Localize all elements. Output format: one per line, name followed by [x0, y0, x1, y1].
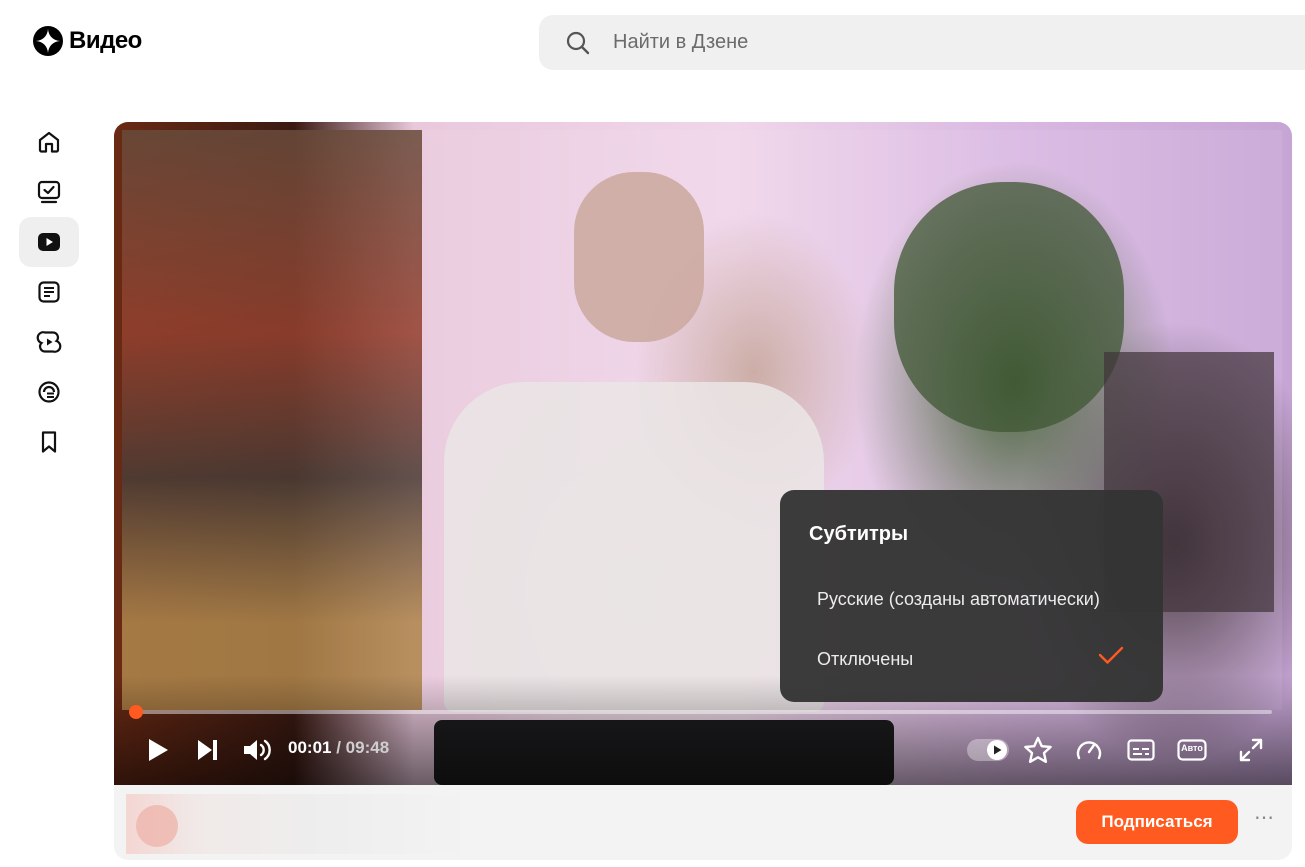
- home-icon: [38, 131, 60, 153]
- checklist-tv-icon: [37, 180, 61, 204]
- sidebar-item-bookmarks[interactable]: [19, 417, 79, 467]
- fullscreen-button[interactable]: [1236, 736, 1266, 764]
- sidebar: [19, 117, 79, 467]
- shorts-icon: [36, 331, 62, 353]
- volume-icon: [244, 739, 271, 761]
- play-icon: [149, 739, 168, 761]
- video-play-icon: [38, 233, 60, 251]
- subtitles-option-russian-auto[interactable]: Русские (созданы автоматически): [817, 589, 1100, 610]
- search-bar[interactable]: [539, 15, 1305, 70]
- next-icon: [198, 740, 217, 760]
- more-options-icon[interactable]: ⋯: [1251, 808, 1277, 836]
- autoplay-toggle-icon: [967, 739, 1009, 761]
- article-icon: [38, 281, 60, 303]
- sidebar-item-articles[interactable]: [19, 267, 79, 317]
- subtitles-menu: Субтитры Русские (созданы автоматически)…: [780, 490, 1163, 702]
- sidebar-item-subscriptions[interactable]: [19, 167, 79, 217]
- autoplay-toggle[interactable]: [966, 737, 1010, 763]
- sidebar-item-communities[interactable]: [19, 367, 79, 417]
- speed-button[interactable]: [1074, 736, 1104, 764]
- subtitles-button[interactable]: [1125, 737, 1157, 763]
- quality-label: Авто: [1181, 743, 1203, 753]
- fullscreen-icon: [1239, 738, 1263, 762]
- duration: / 09:48: [336, 738, 390, 757]
- sidebar-item-video[interactable]: [19, 217, 79, 267]
- communities-icon: [38, 381, 60, 403]
- search-input[interactable]: [613, 31, 1213, 54]
- volume-button[interactable]: [242, 734, 274, 766]
- search-icon: [566, 31, 590, 54]
- avatar[interactable]: [136, 805, 178, 847]
- progress-handle[interactable]: [128, 705, 143, 719]
- subtitles-icon: [1127, 739, 1155, 761]
- sidebar-item-shorts[interactable]: [19, 317, 79, 367]
- progress-bar[interactable]: [128, 705, 1272, 719]
- logo-text: Видео: [69, 27, 142, 54]
- sidebar-item-home[interactable]: [19, 117, 79, 167]
- quality-button[interactable]: Авто: [1176, 737, 1208, 763]
- time-display: 00:01 / 09:48: [288, 738, 389, 758]
- favorite-button[interactable]: [1022, 735, 1054, 765]
- star-icon: [1024, 736, 1052, 763]
- channel-bar: Подписаться ⋯: [114, 785, 1292, 860]
- bookmark-icon: [41, 431, 57, 453]
- logo[interactable]: Видео: [33, 26, 142, 56]
- subtitles-menu-title: Субтитры: [809, 523, 909, 545]
- subscribe-button[interactable]: Подписаться: [1076, 800, 1238, 844]
- checkmark-icon: [1098, 646, 1124, 664]
- subtitles-option-off[interactable]: Отключены: [817, 649, 913, 670]
- page: Видео Найти в Дзене 00:01 / 09:48 Авто С…: [0, 0, 1305, 867]
- play-button[interactable]: [144, 736, 172, 764]
- current-time: 00:01: [288, 738, 332, 757]
- speed-icon: [1076, 741, 1102, 760]
- next-button[interactable]: [194, 736, 222, 764]
- zen-star-icon: [33, 26, 63, 56]
